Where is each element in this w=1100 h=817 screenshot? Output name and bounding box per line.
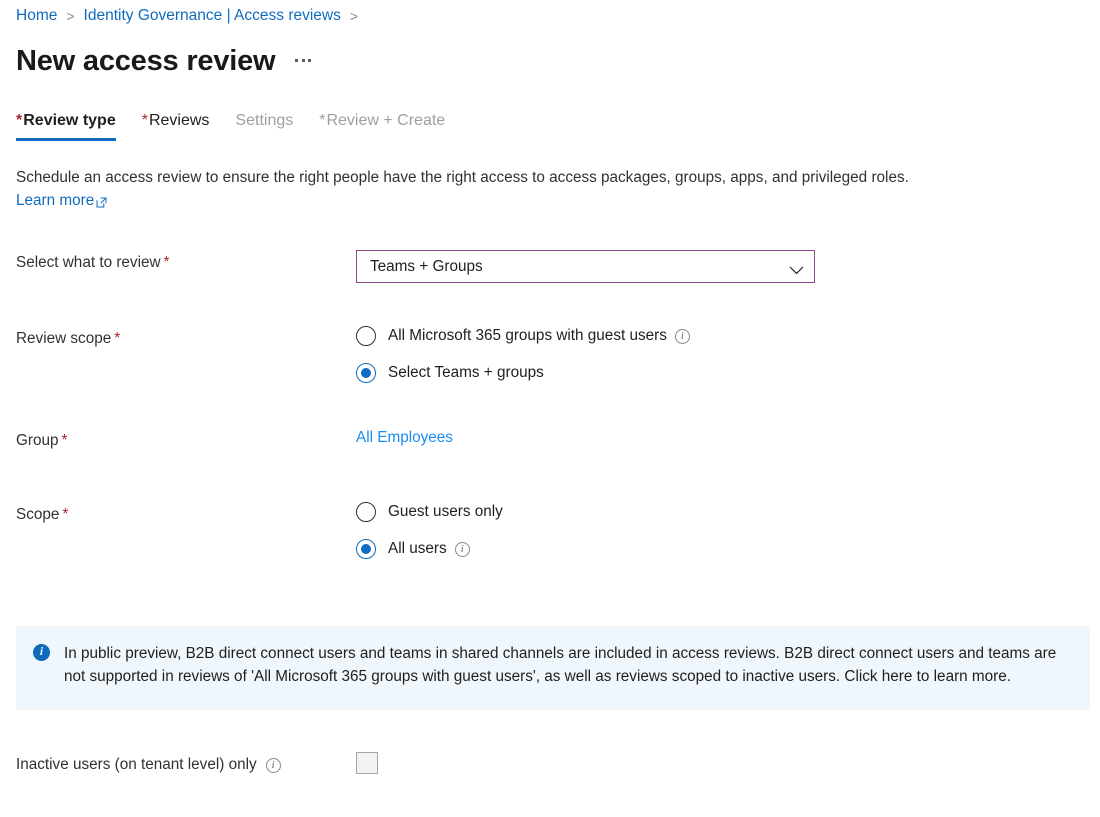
radio-label-text: Select Teams + groups	[388, 363, 544, 383]
ellipsis-dot-icon	[295, 59, 298, 62]
tab-settings-label: Settings	[235, 112, 293, 129]
radio-button[interactable]	[356, 539, 376, 559]
dropdown-selected-value: Teams + Groups	[370, 257, 483, 277]
scope-label: Scope*	[16, 502, 356, 559]
group-label: Group*	[16, 428, 356, 452]
label-text: Inactive users (on tenant level) only	[16, 754, 257, 776]
label-text: Review scope	[16, 330, 111, 347]
tab-settings[interactable]: Settings	[235, 110, 293, 141]
info-icon[interactable]: i	[266, 758, 281, 773]
tab-reviews-label: Reviews	[149, 112, 209, 129]
breadcrumb-item-home[interactable]: Home	[16, 5, 57, 27]
review-scope-label: Review scope*	[16, 326, 356, 383]
required-marker: *	[114, 330, 120, 347]
breadcrumb-separator-icon-2: >	[350, 5, 358, 27]
select-what-to-review-label: Select what to review*	[16, 250, 356, 283]
breadcrumb-separator-icon: >	[66, 5, 74, 27]
tab-required-marker: *	[16, 112, 22, 129]
field-scope: Scope* Guest users only All users i	[16, 502, 1086, 559]
tab-reviews[interactable]: *Reviews	[142, 110, 210, 141]
radio-label-text: All users	[388, 539, 447, 559]
page-title: New access review	[16, 42, 275, 80]
tab-review-create[interactable]: *Review + Create	[319, 110, 445, 141]
field-select-what-to-review: Select what to review* Teams + Groups	[16, 250, 1086, 283]
new-access-review-page: Home > Identity Governance | Access revi…	[0, 0, 1100, 817]
description-text: Schedule an access review to ensure the …	[16, 169, 909, 186]
tab-required-marker: *	[142, 112, 148, 129]
inactive-users-checkbox[interactable]	[356, 752, 378, 774]
learn-more-link[interactable]: Learn more	[16, 189, 107, 212]
radio-guest-users-only[interactable]: Guest users only	[356, 502, 1086, 522]
info-banner-text: In public preview, B2B direct connect us…	[64, 642, 1072, 688]
label-text: Scope	[16, 506, 59, 523]
group-selected-link[interactable]: All Employees	[356, 429, 453, 446]
page-description: Schedule an access review to ensure the …	[16, 166, 1076, 212]
label-text: Group	[16, 432, 59, 449]
field-inactive-users: Inactive users (on tenant level) only i	[16, 752, 1086, 776]
breadcrumb-item-identity-governance[interactable]: Identity Governance | Access reviews	[84, 5, 341, 27]
tab-review-create-label: Review + Create	[326, 112, 445, 129]
ellipsis-dot-icon	[302, 59, 305, 62]
field-review-scope: Review scope* All Microsoft 365 groups w…	[16, 326, 1086, 383]
required-marker: *	[164, 254, 170, 271]
tab-review-type-label: Review type	[23, 112, 115, 129]
info-banner: i In public preview, B2B direct connect …	[16, 626, 1090, 710]
radio-all-users[interactable]: All users i	[356, 539, 1086, 559]
more-options-button[interactable]	[293, 53, 313, 70]
select-what-to-review-dropdown[interactable]: Teams + Groups	[356, 250, 815, 283]
required-marker: *	[62, 506, 68, 523]
radio-label-text: All Microsoft 365 groups with guest user…	[388, 326, 667, 346]
radio-button[interactable]	[356, 363, 376, 383]
wizard-tabs: *Review type *Reviews Settings *Review +…	[16, 110, 471, 141]
radio-button[interactable]	[356, 502, 376, 522]
info-icon[interactable]: i	[675, 329, 690, 344]
radio-select-teams-groups[interactable]: Select Teams + groups	[356, 363, 1086, 383]
inactive-users-label: Inactive users (on tenant level) only i	[16, 752, 356, 776]
required-marker: *	[62, 432, 68, 449]
breadcrumb: Home > Identity Governance | Access revi…	[16, 5, 358, 27]
radio-button[interactable]	[356, 326, 376, 346]
tab-required-marker: *	[319, 112, 325, 129]
radio-all-m365-groups-with-guest-users[interactable]: All Microsoft 365 groups with guest user…	[356, 326, 1086, 346]
tab-review-type[interactable]: *Review type	[16, 110, 116, 141]
field-group: Group* All Employees	[16, 428, 1086, 452]
label-text: Select what to review	[16, 254, 161, 271]
ellipsis-dot-icon	[308, 59, 311, 62]
chevron-down-icon	[789, 262, 804, 271]
title-row: New access review	[16, 42, 313, 80]
radio-label-text: Guest users only	[388, 502, 503, 522]
external-link-icon	[96, 192, 107, 203]
learn-more-label: Learn more	[16, 189, 94, 212]
info-icon: i	[33, 644, 50, 661]
info-icon[interactable]: i	[455, 542, 470, 557]
